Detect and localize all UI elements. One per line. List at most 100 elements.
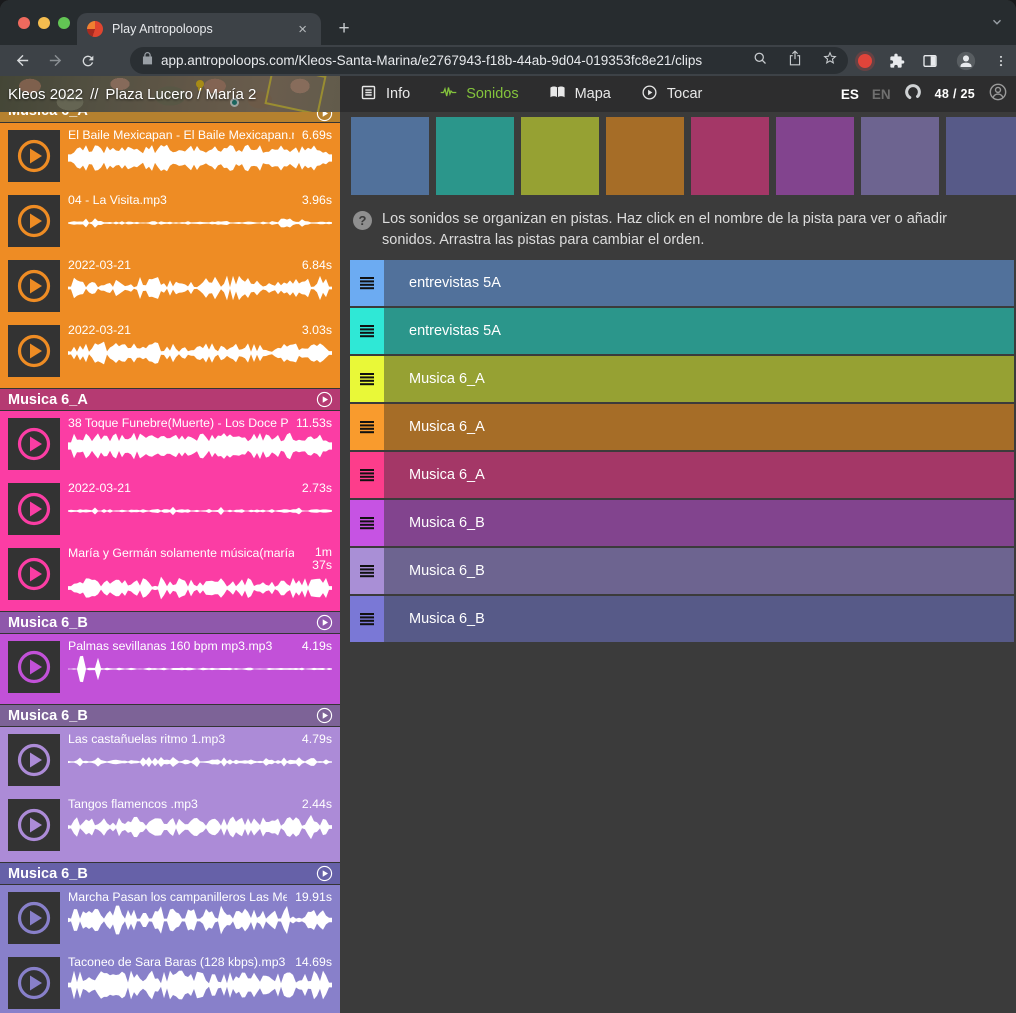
track-row[interactable]: Musica 6_B [350,500,1014,546]
clip-play-button[interactable] [8,799,60,851]
waveform [68,431,332,466]
sidebar-track-header[interactable]: Musica 6_B [0,705,340,726]
track-play-button[interactable] [316,112,333,122]
sidebar-track-header[interactable]: Musica 6_A [0,112,340,122]
clip-play-button[interactable] [8,260,60,312]
audio-clip: 2022-03-213.03s [0,320,340,385]
track-play-button[interactable] [316,614,333,636]
clip-play-button[interactable] [8,641,60,693]
audio-clip: El Baile Mexicapan - El Baile Mexicapan.… [0,125,340,190]
nav-tab-mapa[interactable]: Mapa [549,84,611,105]
clip-play-button[interactable] [8,892,60,944]
sidebar-track-header[interactable]: Musica 6_B [0,612,340,633]
track-drag-handle[interactable] [350,260,384,306]
track-bar[interactable]: Musica 6_B [384,500,1014,546]
clip-play-button[interactable] [8,130,60,182]
breadcrumb: Kleos 2022 // Plaza Lucero / María 2 [8,76,256,112]
track-bar[interactable]: entrevistas 5A [384,308,1014,354]
nav-tab-info[interactable]: Info [360,84,410,105]
track-play-button[interactable] [316,391,333,413]
track-drag-handle[interactable] [350,548,384,594]
track-drag-handle[interactable] [350,356,384,402]
track-row[interactable]: Musica 6_A [350,356,1014,402]
track-row[interactable]: entrevistas 5A [350,308,1014,354]
track-row[interactable]: Musica 6_B [350,596,1014,642]
track-play-button[interactable] [316,865,333,887]
tab-title: Play Antropoloops [112,22,294,36]
track-row[interactable]: Musica 6_B [350,548,1014,594]
tracks-panel: ? Los sonidos se organizan en pistas. Ha… [340,112,1016,1013]
lock-icon[interactable] [142,52,153,70]
clip-title: Taconeo de Sara Baras (128 kbps).mp3 [68,955,287,969]
track-bar[interactable]: Musica 6_B [384,596,1014,642]
clip-body: 2022-03-216.84s [60,258,332,320]
nav-tab-tocar[interactable]: Tocar [641,84,702,105]
zoom-window-button[interactable] [58,17,70,29]
track-play-button[interactable] [316,707,333,729]
track-bar[interactable]: Musica 6_A [384,356,1014,402]
track-drag-handle[interactable] [350,452,384,498]
track-drag-handle[interactable] [350,500,384,546]
recording-extension-icon[interactable] [858,54,872,68]
lang-es-button[interactable]: ES [841,87,859,102]
track-bar[interactable]: Musica 6_B [384,548,1014,594]
nav-tab-label: Mapa [575,86,611,102]
clip-play-button[interactable] [8,548,60,600]
track-bar[interactable]: entrevistas 5A [384,260,1014,306]
forward-button[interactable] [47,52,64,69]
side-panel-icon[interactable] [922,53,938,69]
clip-group: Las castañuelas ritmo 1.mp34.79sTangos f… [0,727,340,862]
extensions-puzzle-icon[interactable] [889,53,905,69]
track-drag-handle[interactable] [350,404,384,450]
help-row: ? Los sonidos se organizan en pistas. Ha… [353,209,1016,251]
track-row[interactable]: entrevistas 5A [350,260,1014,306]
zoom-level-icon[interactable] [753,51,768,71]
close-window-button[interactable] [18,17,30,29]
audio-clip: María y Germán solamente música(maría 2.… [0,543,340,608]
track-row[interactable]: Musica 6_A [350,452,1014,498]
address-bar[interactable]: app.antropoloops.com/Kleos-Santa-Marina/… [130,47,848,74]
track-name: Musica 6_A [8,392,88,408]
minimize-window-button[interactable] [38,17,50,29]
new-tab-button[interactable]: + [334,20,354,38]
audio-clip: 38 Toque Funebre(Muerte) - Los Doce Par.… [0,413,340,478]
loading-spinner-icon [904,83,922,106]
nav-tab-label: Tocar [667,86,702,102]
track-row[interactable]: Musica 6_A [350,404,1014,450]
track-color-swatch [946,117,1016,195]
reload-button[interactable] [80,53,96,69]
track-color-swatch [776,117,854,195]
nav-tab-sonidos[interactable]: Sonidos [440,84,518,105]
bookmark-star-icon[interactable] [822,50,838,71]
tab-search-chevron-icon[interactable] [990,15,1004,34]
clip-group: El Baile Mexicapan - El Baile Mexicapan.… [0,123,340,388]
clip-play-button[interactable] [8,734,60,786]
account-icon[interactable] [988,82,1008,107]
audio-clip: 2022-03-216.84s [0,255,340,320]
back-button[interactable] [14,52,31,69]
drag-handle-icon [360,517,374,530]
lang-en-button[interactable]: EN [872,87,891,102]
play-icon [14,647,54,687]
clip-play-button[interactable] [8,325,60,377]
browser-tab[interactable]: Play Antropoloops × [77,13,321,45]
waveform [68,905,332,940]
browser-menu-kebab-icon[interactable] [994,53,1008,69]
clip-duration: 2.44s [302,797,332,811]
sidebar-track-header[interactable]: Musica 6_A [0,389,340,410]
share-icon[interactable] [788,50,802,71]
clip-play-button[interactable] [8,195,60,247]
tab-close-icon[interactable]: × [294,20,311,39]
track-name: Musica 6_B [8,708,88,724]
map-polygon-outline [264,76,326,112]
clip-play-button[interactable] [8,483,60,535]
audio-clip: Tangos flamencos .mp32.44s [0,794,340,859]
clip-play-button[interactable] [8,957,60,1009]
track-drag-handle[interactable] [350,596,384,642]
track-bar[interactable]: Musica 6_A [384,404,1014,450]
clip-play-button[interactable] [8,418,60,470]
sidebar-track-header[interactable]: Musica 6_B [0,863,340,884]
profile-avatar[interactable] [955,50,977,72]
track-drag-handle[interactable] [350,308,384,354]
track-bar[interactable]: Musica 6_A [384,452,1014,498]
